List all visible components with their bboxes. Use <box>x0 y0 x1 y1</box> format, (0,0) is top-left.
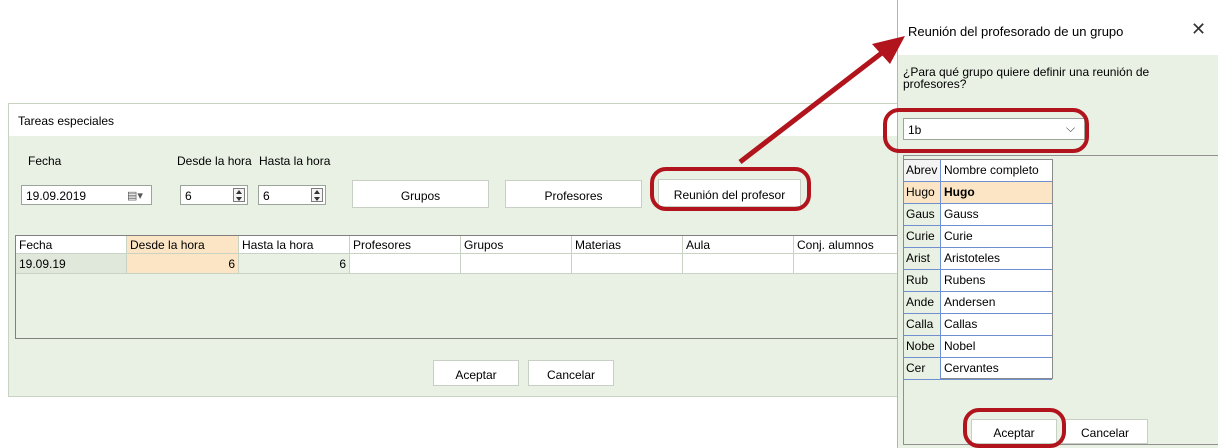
annotation-ring-aceptar <box>963 408 1066 448</box>
annotation-ring-reunion <box>650 167 811 211</box>
annotation-ring-group-select <box>883 108 1089 153</box>
annotation-arrow-line <box>738 50 885 164</box>
annotation-overlay <box>738 36 905 164</box>
